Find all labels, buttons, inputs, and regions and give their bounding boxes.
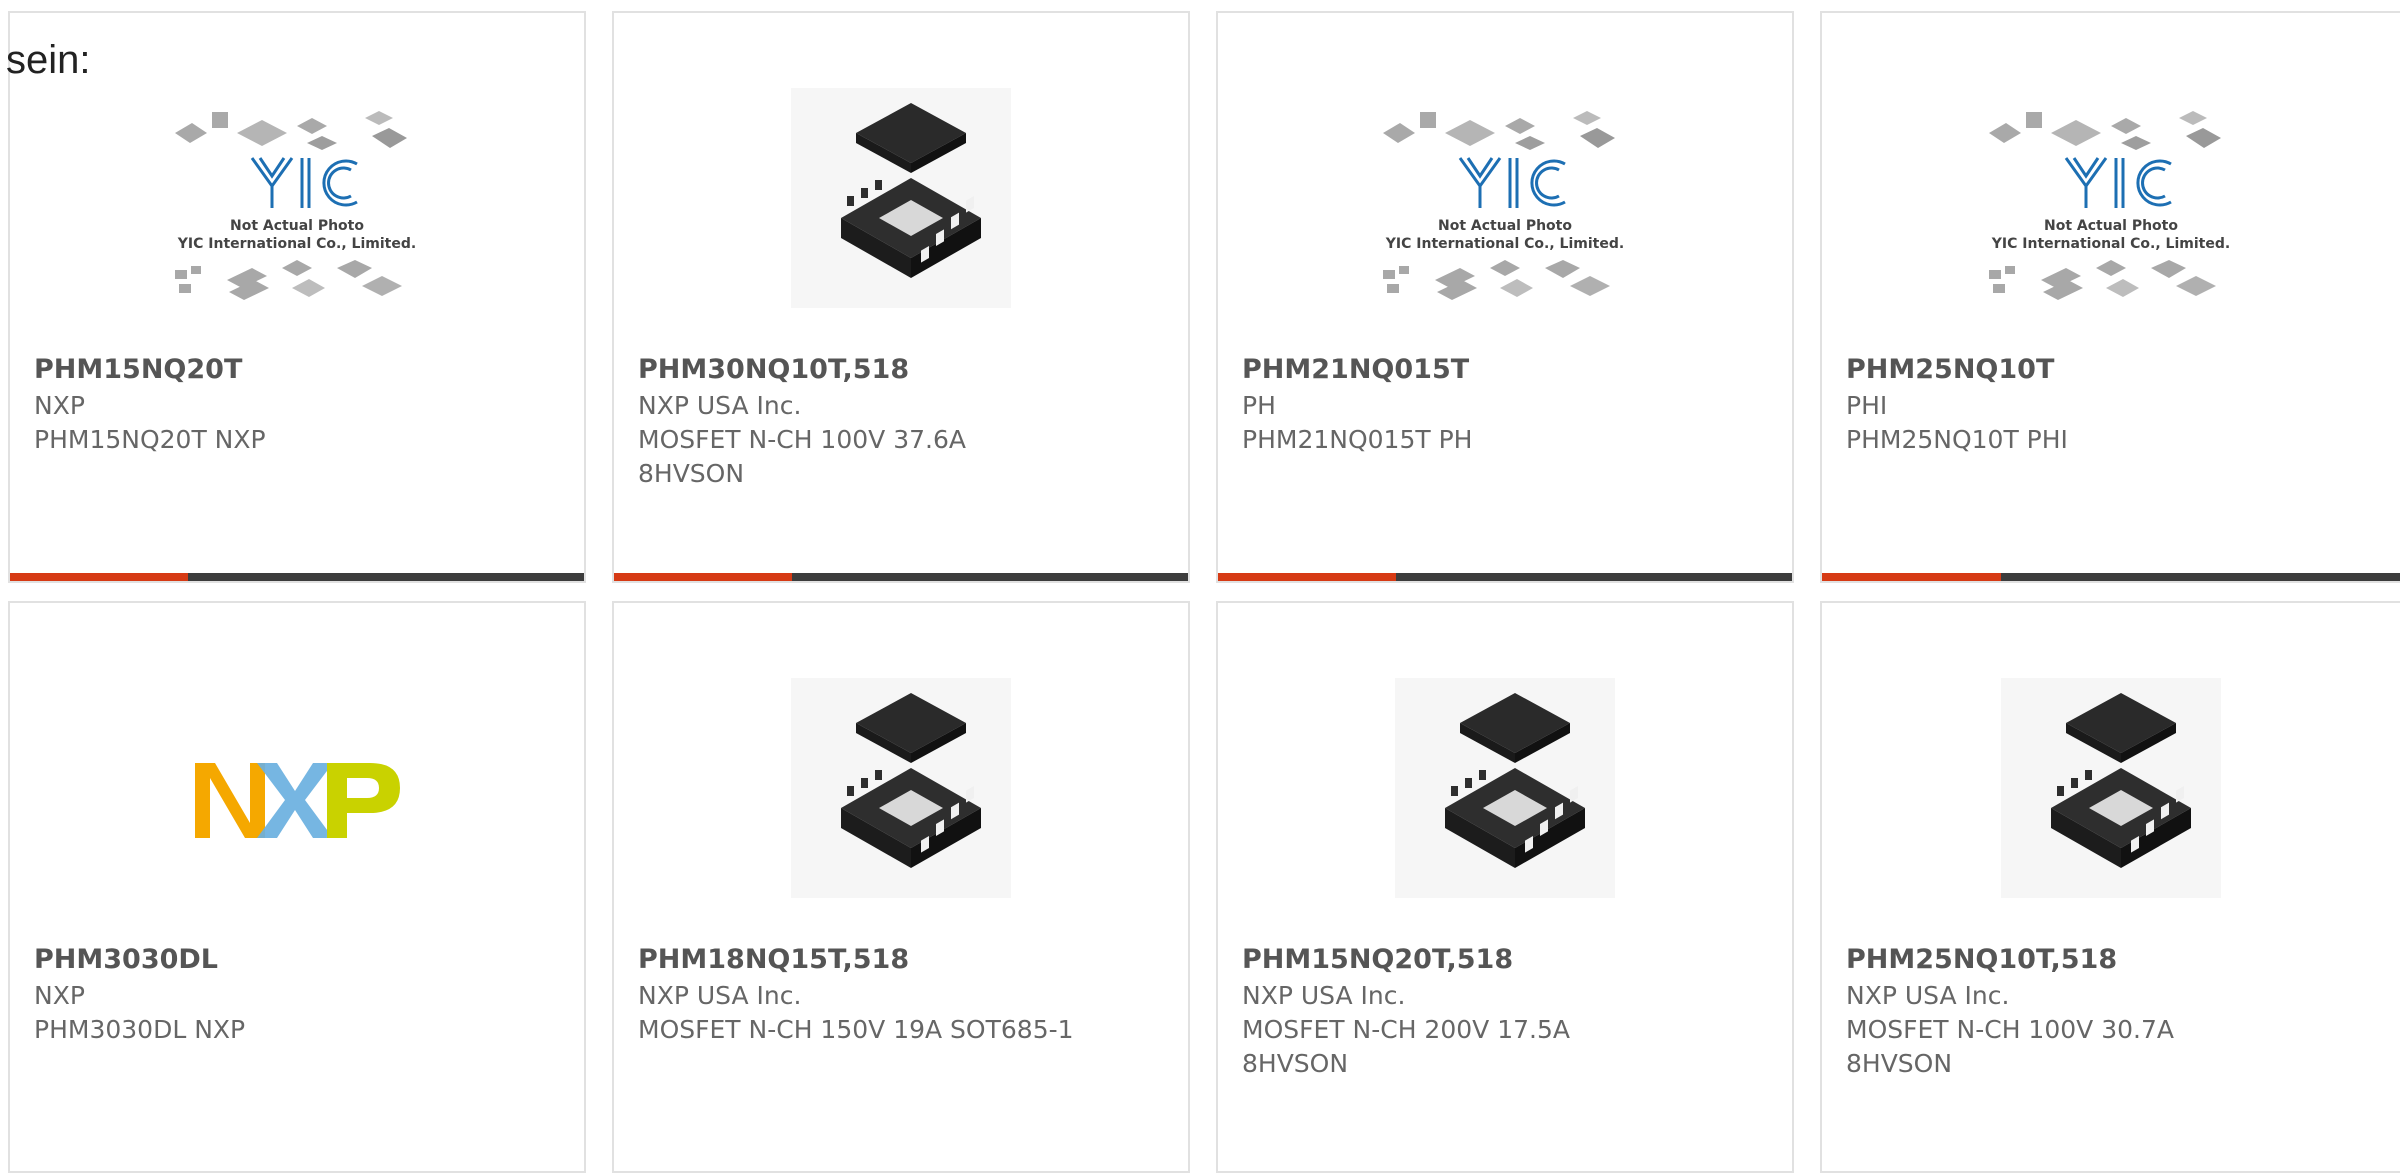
product-manufacturer: PH: [1242, 391, 1276, 420]
product-part-number[interactable]: PHM3030DL: [34, 943, 560, 977]
product-part-number[interactable]: PHM30NQ10T,518: [638, 353, 1164, 387]
product-description: MOSFET N-CH 150V 19A SOT685-1: [638, 1015, 1074, 1044]
product-card[interactable]: PHM3030DL NXP PHM3030DL NXP: [8, 601, 586, 1173]
product-card[interactable]: PHM25NQ10T,518 NXP USA Inc. MOSFET N-CH …: [1820, 601, 2400, 1173]
card-accent-bar: [1218, 573, 1792, 581]
product-part-number[interactable]: PHM18NQ15T,518: [638, 943, 1164, 977]
placeholder-photo-icon: Not Actual Photo YIC International Co., …: [175, 111, 416, 300]
card-accent-fill: [1822, 573, 2002, 581]
card-accent-bar: [614, 573, 1188, 581]
product-image[interactable]: [1971, 668, 2251, 908]
svg-text:Not Actual Photo: Not Actual Photo: [230, 218, 364, 234]
product-manufacturer: PHI: [1846, 391, 1888, 420]
product-image[interactable]: [157, 668, 437, 908]
product-card[interactable]: PHM30NQ10T,518 NXP USA Inc. MOSFET N-CH …: [612, 11, 1190, 583]
product-image[interactable]: Not Actual Photo YIC International Co., …: [1365, 98, 1645, 338]
product-part-number[interactable]: PHM25NQ10T,518: [1846, 943, 2376, 977]
product-description: MOSFET N-CH 100V 30.7A 8HVSON: [1846, 1015, 2174, 1078]
placeholder-photo-icon: Not Actual Photo YIC International Co., …: [1989, 111, 2230, 300]
product-image[interactable]: [761, 78, 1041, 318]
ic-chip-icon: [1395, 678, 1615, 898]
product-description: PHM3030DL NXP: [34, 1015, 246, 1044]
product-card[interactable]: PHM18NQ15T,518 NXP USA Inc. MOSFET N-CH …: [612, 601, 1190, 1173]
card-accent-bar: [1822, 573, 2400, 581]
product-image[interactable]: Not Actual Photo YIC International Co., …: [1971, 98, 2251, 338]
intro-text: sein:: [6, 38, 91, 82]
svg-text:YIC International Co., Limited: YIC International Co., Limited.: [1991, 236, 2230, 252]
product-description: MOSFET N-CH 100V 37.6A 8HVSON: [638, 425, 966, 488]
ic-chip-icon: [791, 678, 1011, 898]
product-card[interactable]: Not Actual Photo YIC International Co., …: [8, 11, 586, 583]
product-card[interactable]: Not Actual Photo YIC International Co., …: [1216, 11, 1794, 583]
product-description: PHM21NQ015T PH: [1242, 425, 1473, 454]
product-image[interactable]: Not Actual Photo YIC International Co., …: [157, 98, 437, 338]
card-accent-fill: [10, 573, 188, 581]
product-manufacturer: NXP USA Inc.: [1846, 981, 2010, 1010]
placeholder-photo-icon: Not Actual Photo YIC International Co., …: [1383, 111, 1624, 300]
product-part-number[interactable]: PHM25NQ10T: [1846, 353, 2376, 387]
product-card[interactable]: PHM15NQ20T,518 NXP USA Inc. MOSFET N-CH …: [1216, 601, 1794, 1173]
product-description: PHM15NQ20T NXP: [34, 425, 266, 454]
product-part-number[interactable]: PHM15NQ20T: [34, 353, 560, 387]
product-part-number[interactable]: PHM21NQ015T: [1242, 353, 1768, 387]
product-manufacturer: NXP: [34, 981, 85, 1010]
card-accent-bar: [10, 573, 584, 581]
card-accent-fill: [1218, 573, 1396, 581]
svg-text:YIC International Co., Limited: YIC International Co., Limited.: [177, 236, 416, 252]
svg-text:Not Actual Photo: Not Actual Photo: [2044, 218, 2178, 234]
product-grid: Not Actual Photo YIC International Co., …: [0, 0, 2400, 1173]
product-part-number[interactable]: PHM15NQ20T,518: [1242, 943, 1768, 977]
product-description: MOSFET N-CH 200V 17.5A 8HVSON: [1242, 1015, 1570, 1078]
product-description: PHM25NQ10T PHI: [1846, 425, 2068, 454]
product-manufacturer: NXP USA Inc.: [638, 391, 802, 420]
nxp-logo-icon: [195, 763, 400, 838]
svg-text:YIC International Co., Limited: YIC International Co., Limited.: [1385, 236, 1624, 252]
product-image[interactable]: [1365, 668, 1645, 908]
ic-chip-icon: [2001, 678, 2221, 898]
product-image[interactable]: [761, 668, 1041, 908]
svg-text:Not Actual Photo: Not Actual Photo: [1438, 218, 1572, 234]
ic-chip-icon: [791, 88, 1011, 308]
card-accent-fill: [614, 573, 792, 581]
product-manufacturer: NXP USA Inc.: [638, 981, 802, 1010]
product-card[interactable]: Not Actual Photo YIC International Co., …: [1820, 11, 2400, 583]
product-manufacturer: NXP USA Inc.: [1242, 981, 1406, 1010]
product-manufacturer: NXP: [34, 391, 85, 420]
